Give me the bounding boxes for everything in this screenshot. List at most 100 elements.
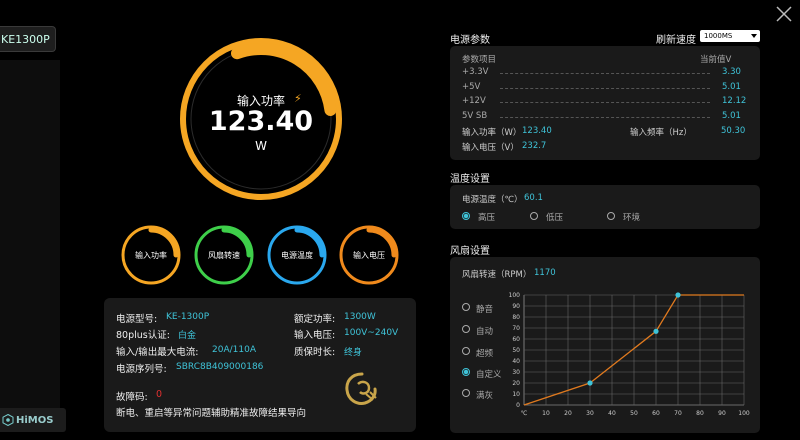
fault-code-value: 0 [156, 389, 163, 400]
fan-curve-handle[interactable] [675, 292, 681, 298]
psu-temp-value: 60.1 [524, 193, 543, 203]
fan-mode-silent-radio[interactable] [462, 303, 470, 311]
y-tick-label: 10 [512, 391, 520, 398]
rated-power-label: 额定功率: [294, 314, 336, 325]
temp-option-label: 高压 [478, 213, 496, 223]
x-tick-label: 90 [718, 410, 726, 417]
fault-code-label: 故障码: [116, 392, 148, 403]
param-value: 12.12 [722, 96, 747, 106]
divider [500, 73, 710, 74]
gauge-input-power-label: 输入功率 [135, 251, 167, 260]
y-tick-label: 80 [512, 314, 520, 321]
model-label: 电源型号: [116, 314, 158, 325]
input-power-value: 123.40 [522, 126, 552, 136]
x-tick-label: 20 [564, 410, 572, 417]
fan-mode-label: 自定义 [476, 370, 502, 380]
model-value: KE-1300P [166, 312, 210, 322]
y-tick-label: 50 [512, 347, 520, 354]
divider [500, 88, 710, 89]
fan-mode-custom-radio[interactable] [462, 368, 470, 376]
input-freq-value: 50.30 [721, 126, 746, 136]
gauge-value: 123.40 [208, 106, 314, 137]
input-voltage-value: 100V~240V [344, 328, 399, 338]
col-item-header: 参数项目 [462, 55, 497, 65]
max-current-label: 输入/输出最大电流: [116, 347, 199, 358]
param-value: 3.30 [722, 67, 741, 77]
divider [500, 117, 710, 118]
gauge-input-voltage-label: 输入电压 [353, 251, 385, 260]
warranty-value: 终身 [344, 348, 363, 358]
max-current-value: 20A/110A [212, 345, 256, 355]
fan-mode-label: 自动 [476, 327, 494, 337]
fan-title: 风扇设置 [450, 246, 490, 257]
fan-mode-auto-radio[interactable] [462, 325, 470, 333]
brand-emblem-icon [345, 372, 377, 405]
sidebar [0, 60, 60, 410]
input-volt-value: 232.7 [522, 141, 547, 151]
fan-curve-handle[interactable] [587, 380, 593, 386]
temp-option-low-radio[interactable] [530, 212, 538, 220]
temp-panel [450, 185, 760, 229]
brand-name: HiMOS [16, 414, 54, 426]
serial-value: SBRC8B409000186 [176, 362, 264, 372]
params-title: 电源参数 [450, 35, 490, 46]
fan-mode-label: 满灰 [476, 391, 494, 401]
fan-mode-label: 静音 [476, 305, 494, 315]
fan-curve-chart[interactable]: ℃0 10 10 20 20 30 30 40 40 50 50 60 60 70 70 80 80 90 90 10… [500, 286, 756, 420]
fault-description: 断电、重启等异常问题辅助精准故障结果导向 [116, 408, 307, 419]
x-tick-label: ℃ [521, 410, 528, 417]
y-tick-label: 30 [512, 369, 520, 376]
fan-mode-full-radio[interactable] [462, 389, 470, 397]
hex-logo-icon [2, 414, 14, 426]
temp-title: 温度设置 [450, 174, 490, 185]
refresh-rate-select[interactable]: 1000MS [700, 30, 760, 42]
chevron-down-icon [751, 34, 757, 38]
y-tick-label: 20 [512, 380, 520, 387]
input-power-label: 输入功率（W） [462, 128, 522, 138]
cert-value: 白金 [178, 331, 197, 341]
x-tick-label: 80 [696, 410, 704, 417]
refresh-rate-value: 1000MS [704, 32, 733, 40]
sidebar-item-model[interactable]: KE1300P [0, 26, 56, 52]
y-tick-label: 100 [509, 292, 521, 299]
fan-curve-handle[interactable] [653, 328, 659, 334]
x-tick-label: 40 [608, 410, 616, 417]
warranty-label: 质保时长: [294, 347, 336, 358]
input-voltage-label: 输入电压: [294, 330, 336, 341]
divider [500, 102, 710, 103]
temp-option-high-radio[interactable] [462, 212, 470, 220]
psu-temp-label: 电源温度（℃） [462, 195, 523, 205]
fan-mode-overclock-radio[interactable] [462, 347, 470, 355]
fan-speed-label: 风扇转速（RPM） [462, 270, 532, 280]
param-name: +12V [462, 96, 486, 106]
param-name: +3.3V [462, 67, 489, 77]
param-value: 5.01 [722, 111, 741, 121]
temp-option-label: 环境 [623, 213, 641, 223]
x-tick-label: 60 [652, 410, 660, 417]
param-name: +5V [462, 82, 481, 92]
x-tick-label: 30 [586, 410, 594, 417]
gauge-unit: W [255, 139, 267, 153]
x-tick-label: 50 [630, 410, 638, 417]
fan-speed-value: 1170 [534, 268, 556, 278]
cert-label: 80plus认证: [116, 330, 170, 341]
y-tick-label: 0 [516, 402, 520, 409]
serial-label: 电源序列号: [116, 364, 167, 375]
x-tick-label: 100 [738, 410, 750, 417]
param-name: 5V SB [462, 111, 488, 121]
lightning-icon: ⚡ [294, 92, 302, 105]
y-tick-label: 90 [512, 303, 520, 310]
brand-logo: HiMOS [0, 408, 66, 432]
param-value: 5.01 [722, 82, 741, 92]
refresh-label: 刷新速度 [656, 35, 696, 46]
rated-power-value: 1300W [344, 312, 376, 322]
x-tick-label: 10 [542, 410, 550, 417]
input-volt-label: 输入电压（V） [462, 143, 519, 153]
gauge-psu-temp-label: 电源温度 [281, 251, 313, 260]
fan-mode-label: 超频 [476, 349, 494, 359]
close-icon[interactable] [774, 4, 794, 24]
temp-option-ambient-radio[interactable] [607, 212, 615, 220]
col-value-header: 当前值V [700, 55, 732, 65]
y-tick-label: 40 [512, 358, 520, 365]
x-tick-label: 70 [674, 410, 682, 417]
